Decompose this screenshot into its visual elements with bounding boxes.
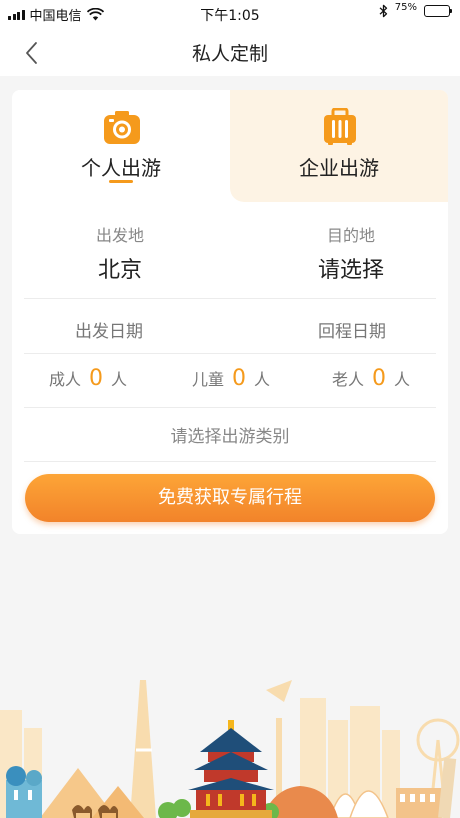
seniors-unit: 人	[394, 370, 411, 389]
adults-count: 0	[89, 366, 104, 391]
active-tab-indicator	[109, 180, 133, 183]
battery-icon	[424, 5, 452, 17]
divider	[24, 298, 436, 299]
battery-percent: 75%	[394, 1, 417, 13]
customization-card: 个人出游 企业出游 出发地 北京 目的地 请选择 出发日期 回程日期 成人 0 …	[12, 90, 448, 534]
children-count: 0	[232, 366, 247, 391]
nav-bar: 私人定制	[0, 28, 460, 76]
depart-date-field[interactable]: 出发日期	[12, 317, 209, 342]
status-bar: 中国电信 下午1:05 75%	[0, 0, 460, 28]
seniors-label: 老人	[332, 370, 365, 389]
divider	[24, 407, 436, 408]
bluetooth-icon	[379, 4, 387, 18]
travel-category-select[interactable]: 请选择出游类别	[12, 422, 448, 447]
divider	[24, 461, 436, 462]
children-unit: 人	[254, 370, 271, 389]
adults-label: 成人	[49, 370, 82, 389]
destination-select[interactable]: 请选择	[251, 252, 448, 284]
tab-business-label: 企业出游	[299, 156, 379, 180]
seniors-count: 0	[372, 366, 387, 391]
destination-caption: 目的地	[326, 226, 375, 245]
return-date-field[interactable]: 回程日期	[252, 317, 448, 342]
children-label: 儿童	[192, 370, 225, 389]
suitcase-icon	[324, 108, 356, 145]
tab-personal-label: 个人出游	[81, 156, 161, 180]
tab-personal-travel[interactable]: 个人出游	[12, 90, 230, 202]
children-counter[interactable]: 儿童 0 人	[192, 366, 270, 396]
divider	[24, 353, 436, 354]
departure-value[interactable]: 北京	[20, 252, 220, 284]
adults-counter[interactable]: 成人 0 人	[49, 366, 127, 396]
get-itinerary-button[interactable]: 免费获取专属行程	[25, 474, 435, 522]
departure-caption: 出发地	[95, 226, 144, 245]
camera-icon	[104, 111, 140, 144]
seniors-counter[interactable]: 老人 0 人	[332, 366, 410, 396]
page-title: 私人定制	[191, 43, 268, 65]
adults-unit: 人	[111, 370, 128, 389]
landmarks-illustration	[0, 680, 460, 818]
tab-business-travel[interactable]: 企业出游	[230, 90, 448, 202]
